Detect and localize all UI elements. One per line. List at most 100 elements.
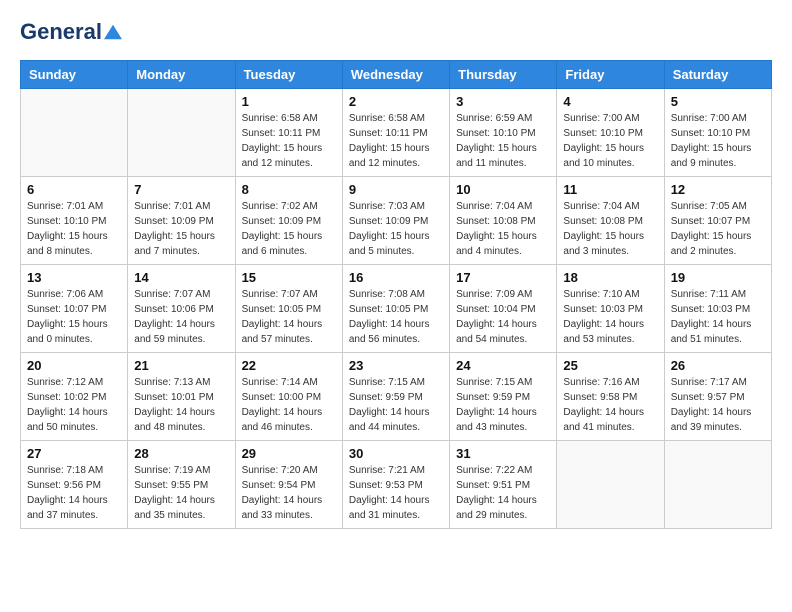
logo: General	[20, 20, 122, 44]
calendar-cell: 1 Sunrise: 6:58 AMSunset: 10:11 PMDayligh…	[235, 89, 342, 177]
calendar-cell: 29 Sunrise: 7:20 AMSunset: 9:54 PMDayligh…	[235, 441, 342, 529]
day-number: 29	[242, 446, 336, 461]
day-number: 14	[134, 270, 228, 285]
weekday-header-friday: Friday	[557, 61, 664, 89]
day-number: 28	[134, 446, 228, 461]
day-detail: Sunrise: 7:20 AMSunset: 9:54 PMDaylight:…	[242, 463, 336, 523]
logo-text-general: General	[20, 20, 102, 44]
calendar-cell: 26 Sunrise: 7:17 AMSunset: 9:57 PMDayligh…	[664, 353, 771, 441]
logo-icon	[104, 23, 122, 41]
day-number: 26	[671, 358, 765, 373]
day-number: 3	[456, 94, 550, 109]
weekday-header-row: SundayMondayTuesdayWednesdayThursdayFrid…	[21, 61, 772, 89]
calendar-cell: 2 Sunrise: 6:58 AMSunset: 10:11 PMDayligh…	[342, 89, 449, 177]
week-row-5: 27 Sunrise: 7:18 AMSunset: 9:56 PMDayligh…	[21, 441, 772, 529]
day-detail: Sunrise: 7:16 AMSunset: 9:58 PMDaylight:…	[563, 375, 657, 435]
day-detail: Sunrise: 6:58 AMSunset: 10:11 PMDaylight…	[349, 111, 443, 171]
calendar-cell	[21, 89, 128, 177]
day-detail: Sunrise: 7:13 AMSunset: 10:01 PMDaylight…	[134, 375, 228, 435]
calendar-cell: 17 Sunrise: 7:09 AMSunset: 10:04 PMDaylig…	[450, 265, 557, 353]
calendar-table: SundayMondayTuesdayWednesdayThursdayFrid…	[20, 60, 772, 529]
day-number: 24	[456, 358, 550, 373]
weekday-header-tuesday: Tuesday	[235, 61, 342, 89]
calendar-cell: 4 Sunrise: 7:00 AMSunset: 10:10 PMDayligh…	[557, 89, 664, 177]
calendar-cell	[557, 441, 664, 529]
day-detail: Sunrise: 7:18 AMSunset: 9:56 PMDaylight:…	[27, 463, 121, 523]
day-detail: Sunrise: 7:15 AMSunset: 9:59 PMDaylight:…	[456, 375, 550, 435]
day-number: 9	[349, 182, 443, 197]
calendar-cell: 16Sunrise: 7:08 AMSunset: 10:05 PMDaylig…	[342, 265, 449, 353]
day-detail: Sunrise: 7:14 AMSunset: 10:00 PMDaylight…	[242, 375, 336, 435]
day-number: 15	[242, 270, 336, 285]
calendar-cell: 20Sunrise: 7:12 AMSunset: 10:02 PMDaylig…	[21, 353, 128, 441]
day-detail: Sunrise: 7:09 AMSunset: 10:04 PMDaylight…	[456, 287, 550, 347]
day-detail: Sunrise: 6:59 AMSunset: 10:10 PMDaylight…	[456, 111, 550, 171]
day-detail: Sunrise: 7:01 AMSunset: 10:09 PMDaylight…	[134, 199, 228, 259]
day-detail: Sunrise: 7:00 AMSunset: 10:10 PMDaylight…	[671, 111, 765, 171]
day-number: 4	[563, 94, 657, 109]
week-row-4: 20Sunrise: 7:12 AMSunset: 10:02 PMDaylig…	[21, 353, 772, 441]
weekday-header-monday: Monday	[128, 61, 235, 89]
calendar-cell: 7 Sunrise: 7:01 AMSunset: 10:09 PMDayligh…	[128, 177, 235, 265]
day-number: 5	[671, 94, 765, 109]
calendar-cell: 30 Sunrise: 7:21 AMSunset: 9:53 PMDayligh…	[342, 441, 449, 529]
day-detail: Sunrise: 7:10 AMSunset: 10:03 PMDaylight…	[563, 287, 657, 347]
day-number: 31	[456, 446, 550, 461]
weekday-header-saturday: Saturday	[664, 61, 771, 89]
day-detail: Sunrise: 7:17 AMSunset: 9:57 PMDaylight:…	[671, 375, 765, 435]
day-detail: Sunrise: 7:01 AMSunset: 10:10 PMDaylight…	[27, 199, 121, 259]
calendar-cell: 27 Sunrise: 7:18 AMSunset: 9:56 PMDayligh…	[21, 441, 128, 529]
weekday-header-thursday: Thursday	[450, 61, 557, 89]
calendar-cell	[128, 89, 235, 177]
calendar-cell: 28Sunrise: 7:19 AMSunset: 9:55 PMDayligh…	[128, 441, 235, 529]
calendar-cell: 6 Sunrise: 7:01 AMSunset: 10:10 PMDayligh…	[21, 177, 128, 265]
week-row-2: 6 Sunrise: 7:01 AMSunset: 10:10 PMDayligh…	[21, 177, 772, 265]
day-detail: Sunrise: 7:02 AMSunset: 10:09 PMDaylight…	[242, 199, 336, 259]
day-detail: Sunrise: 7:04 AMSunset: 10:08 PMDaylight…	[563, 199, 657, 259]
calendar-cell: 31Sunrise: 7:22 AMSunset: 9:51 PMDayligh…	[450, 441, 557, 529]
day-detail: Sunrise: 7:11 AMSunset: 10:03 PMDaylight…	[671, 287, 765, 347]
day-number: 25	[563, 358, 657, 373]
day-number: 10	[456, 182, 550, 197]
day-detail: Sunrise: 7:07 AMSunset: 10:06 PMDaylight…	[134, 287, 228, 347]
day-number: 23	[349, 358, 443, 373]
day-detail: Sunrise: 7:03 AMSunset: 10:09 PMDaylight…	[349, 199, 443, 259]
calendar-cell: 24 Sunrise: 7:15 AMSunset: 9:59 PMDayligh…	[450, 353, 557, 441]
page-header: General	[20, 20, 772, 44]
calendar-cell: 13Sunrise: 7:06 AMSunset: 10:07 PMDaylig…	[21, 265, 128, 353]
day-number: 22	[242, 358, 336, 373]
calendar-cell: 19Sunrise: 7:11 AMSunset: 10:03 PMDaylig…	[664, 265, 771, 353]
day-detail: Sunrise: 7:00 AMSunset: 10:10 PMDaylight…	[563, 111, 657, 171]
week-row-1: 1 Sunrise: 6:58 AMSunset: 10:11 PMDayligh…	[21, 89, 772, 177]
day-number: 30	[349, 446, 443, 461]
day-detail: Sunrise: 7:04 AMSunset: 10:08 PMDaylight…	[456, 199, 550, 259]
calendar-cell: 23 Sunrise: 7:15 AMSunset: 9:59 PMDayligh…	[342, 353, 449, 441]
day-detail: Sunrise: 7:21 AMSunset: 9:53 PMDaylight:…	[349, 463, 443, 523]
weekday-header-sunday: Sunday	[21, 61, 128, 89]
day-number: 20	[27, 358, 121, 373]
day-number: 2	[349, 94, 443, 109]
day-number: 7	[134, 182, 228, 197]
calendar-cell: 3 Sunrise: 6:59 AMSunset: 10:10 PMDayligh…	[450, 89, 557, 177]
day-detail: Sunrise: 7:15 AMSunset: 9:59 PMDaylight:…	[349, 375, 443, 435]
day-number: 6	[27, 182, 121, 197]
day-number: 16	[349, 270, 443, 285]
day-detail: Sunrise: 6:58 AMSunset: 10:11 PMDaylight…	[242, 111, 336, 171]
calendar-cell: 5 Sunrise: 7:00 AMSunset: 10:10 PMDayligh…	[664, 89, 771, 177]
calendar-cell: 21 Sunrise: 7:13 AMSunset: 10:01 PMDaylig…	[128, 353, 235, 441]
weekday-header-wednesday: Wednesday	[342, 61, 449, 89]
day-number: 17	[456, 270, 550, 285]
day-detail: Sunrise: 7:05 AMSunset: 10:07 PMDaylight…	[671, 199, 765, 259]
week-row-3: 13Sunrise: 7:06 AMSunset: 10:07 PMDaylig…	[21, 265, 772, 353]
calendar-cell: 25 Sunrise: 7:16 AMSunset: 9:58 PMDayligh…	[557, 353, 664, 441]
day-number: 12	[671, 182, 765, 197]
day-number: 21	[134, 358, 228, 373]
day-number: 8	[242, 182, 336, 197]
day-detail: Sunrise: 7:07 AMSunset: 10:05 PMDaylight…	[242, 287, 336, 347]
day-number: 1	[242, 94, 336, 109]
day-number: 13	[27, 270, 121, 285]
calendar-cell: 18Sunrise: 7:10 AMSunset: 10:03 PMDaylig…	[557, 265, 664, 353]
day-number: 27	[27, 446, 121, 461]
calendar-cell: 11Sunrise: 7:04 AMSunset: 10:08 PMDaylig…	[557, 177, 664, 265]
calendar-cell: 14 Sunrise: 7:07 AMSunset: 10:06 PMDaylig…	[128, 265, 235, 353]
